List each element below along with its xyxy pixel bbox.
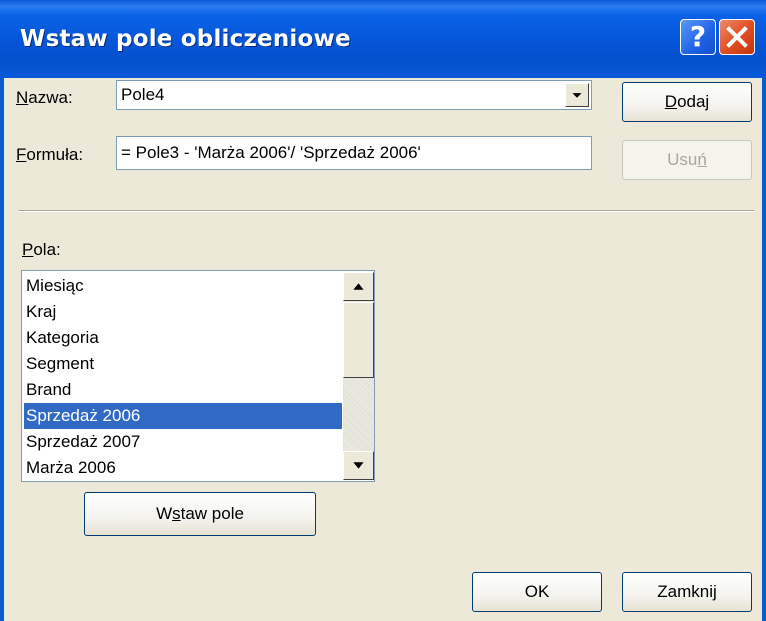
scrollbar-thumb[interactable]	[343, 302, 374, 378]
ok-button[interactable]: OK	[472, 572, 602, 612]
dialog-window: Wstaw pole obliczeniowe ? Nazwa: Pole4 D…	[0, 0, 766, 621]
list-item[interactable]: Sprzedaż 2007	[24, 429, 342, 455]
scroll-up-icon[interactable]	[343, 272, 374, 301]
fields-listbox[interactable]: Miesiąc Kraj Kategoria Segment Brand Spr…	[21, 270, 375, 482]
insert-field-button[interactable]: Wstaw pole	[84, 492, 316, 536]
list-item-selected[interactable]: Sprzedaż 2006	[24, 403, 342, 429]
formula-input[interactable]: = Pole3 - 'Marża 2006'/ 'Sprzedaż 2006'	[116, 136, 592, 170]
separator	[18, 210, 754, 212]
close-button[interactable]	[719, 19, 755, 55]
add-button[interactable]: Dodaj	[622, 82, 752, 122]
name-combobox[interactable]: Pole4	[116, 80, 592, 110]
dropdown-arrow-icon[interactable]	[565, 83, 589, 107]
name-label: Nazwa:	[16, 88, 73, 107]
title-bar[interactable]: Wstaw pole obliczeniowe ?	[0, 0, 766, 78]
help-icon: ?	[689, 20, 707, 53]
list-item[interactable]: Kraj	[24, 299, 342, 325]
scroll-down-icon[interactable]	[343, 451, 374, 480]
list-item[interactable]: Brand	[24, 377, 342, 403]
close-icon	[726, 26, 748, 48]
formula-label: Formuła:	[16, 145, 84, 164]
list-item[interactable]: Kategoria	[24, 325, 342, 351]
fields-label: Pola:	[22, 240, 61, 259]
list-item[interactable]: Segment	[24, 351, 342, 377]
help-button[interactable]: ?	[680, 19, 716, 55]
name-combobox-value: Pole4	[121, 85, 165, 104]
formula-input-value: = Pole3 - 'Marża 2006'/ 'Sprzedaż 2006'	[121, 143, 421, 162]
list-item[interactable]: Miesiąc	[24, 273, 342, 299]
delete-button[interactable]: Usuń	[622, 140, 752, 180]
dialog-title: Wstaw pole obliczeniowe	[20, 26, 351, 52]
vertical-scrollbar[interactable]	[343, 272, 374, 480]
dialog-body: Nazwa: Pole4 Dodaj Formuła: = Pole3 - 'M…	[4, 78, 762, 621]
list-item[interactable]: Marża 2006	[24, 455, 342, 481]
close-dialog-button[interactable]: Zamknij	[622, 572, 752, 612]
